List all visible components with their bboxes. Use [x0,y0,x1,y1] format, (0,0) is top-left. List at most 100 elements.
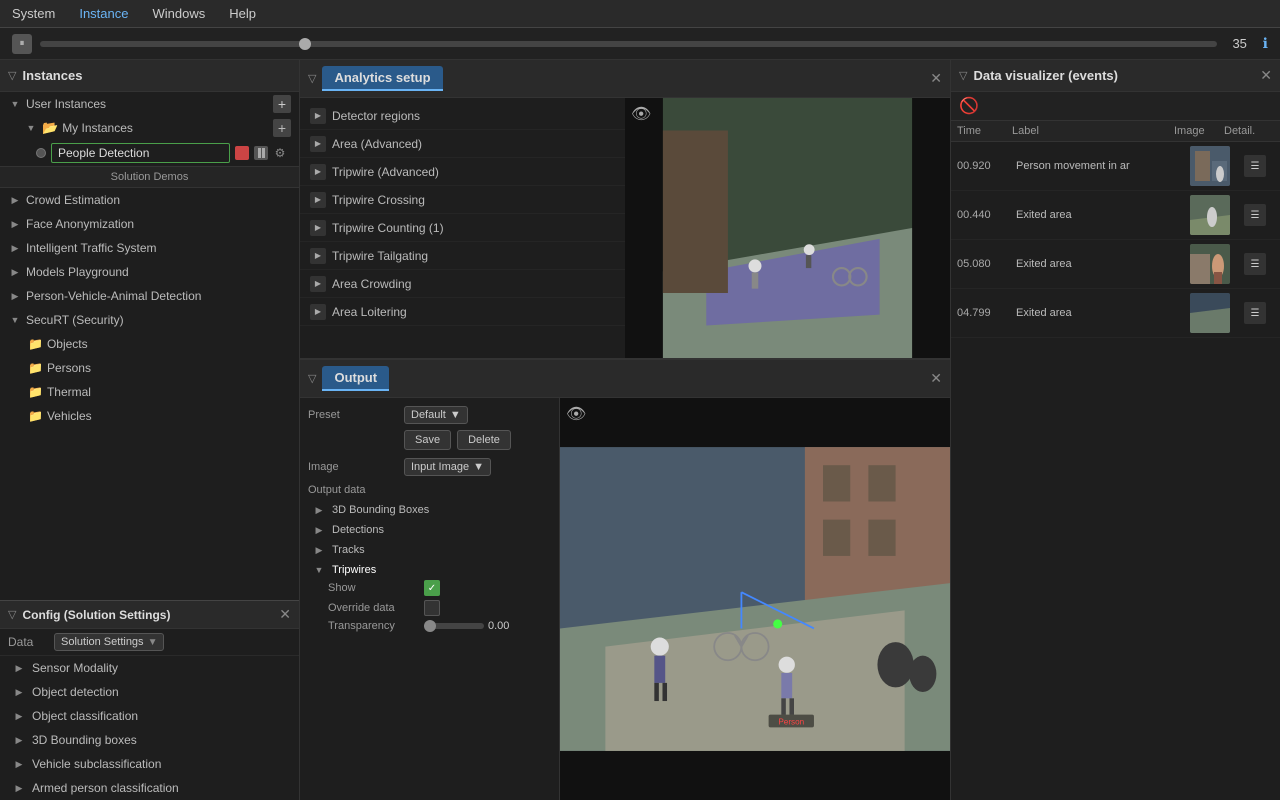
area-crowding-label: Area Crowding [332,277,411,291]
instance-stop-button[interactable] [235,146,249,160]
object-classification-item[interactable]: Object classification [0,704,299,728]
object-detection-arrow [12,685,26,699]
event-3-thumbnail[interactable] [1190,244,1230,284]
tripwire-advanced-play[interactable] [310,164,326,180]
timeline-track[interactable] [40,41,1217,47]
timeline-slider-container [40,38,1217,50]
area-advanced-item[interactable]: Area (Advanced) [300,130,625,158]
show-checkbox[interactable]: ✓ [424,580,440,596]
menu-help[interactable]: Help [225,4,260,23]
tripwire-tailgating-play[interactable] [310,248,326,264]
transparency-thumb[interactable] [424,620,436,632]
delete-button[interactable]: Delete [457,430,511,450]
event-1-detail-button[interactable]: ☰ [1244,155,1266,177]
menu-windows[interactable]: Windows [149,4,210,23]
area-crowding-item[interactable]: Area Crowding [300,270,625,298]
crowd-estimation-item[interactable]: Crowd Estimation [0,188,299,212]
tripwire-counting-label: Tripwire Counting (1) [332,221,444,235]
instance-pause-button[interactable] [254,146,268,160]
tripwire-crossing-item[interactable]: Tripwire Crossing [300,186,625,214]
face-anonymization-item[interactable]: Face Anonymization [0,212,299,236]
transparency-row: Transparency 0.00 [308,620,551,632]
user-instances-item[interactable]: User Instances + [0,92,299,116]
timeline-value: 35 [1225,36,1255,51]
pva-detection-item[interactable]: Person-Vehicle-Animal Detection [0,284,299,308]
analytics-close-button[interactable]: ✕ [930,70,942,87]
armed-person-item[interactable]: Armed person classification [0,776,299,800]
event-2-thumbnail[interactable] [1190,195,1230,235]
tripwire-counting-play[interactable] [310,220,326,236]
tripwires-item[interactable]: Tripwires [308,560,551,580]
menu-instance[interactable]: Instance [75,4,132,23]
save-button[interactable]: Save [404,430,451,450]
timeline-pause-button[interactable]: ⏸ [12,34,32,54]
object-detection-item[interactable]: Object detection [0,680,299,704]
event-4-detail-button[interactable]: ☰ [1244,302,1266,324]
detector-regions-item[interactable]: Detector regions [300,102,625,130]
override-checkbox[interactable] [424,600,440,616]
detections-item[interactable]: Detections [308,520,551,540]
instance-name[interactable]: People Detection [51,143,230,163]
tripwire-crossing-play[interactable] [310,192,326,208]
config-dropdown-arrow: ▼ [148,637,158,648]
models-playground-item[interactable]: Models Playground [0,260,299,284]
securt-item[interactable]: SecuRT (Security) [0,308,299,332]
event-1-thumbnail[interactable] [1190,146,1230,186]
image-dropdown[interactable]: Input Image ▼ [404,458,491,476]
instance-status-dot [36,148,46,158]
thermal-item[interactable]: 📁 Thermal [0,380,299,404]
event-4-thumbnail[interactable] [1190,293,1230,333]
intelligent-traffic-item[interactable]: Intelligent Traffic System [0,236,299,260]
area-advanced-play[interactable] [310,136,326,152]
3d-bounding-boxes-item[interactable]: 3D Bounding Boxes [308,500,551,520]
event-3-time: 05.080 [957,258,1012,270]
preset-dropdown[interactable]: Default ▼ [404,406,468,424]
add-user-instance-button[interactable]: + [273,95,291,113]
analytics-panel: ▽ Analytics setup ✕ Detector regions Are… [300,60,950,360]
timeline-bar: ⏸ 35 ℹ [0,28,1280,60]
detector-regions-play[interactable] [310,108,326,124]
tracks-item[interactable]: Tracks [308,540,551,560]
image-row: Image Input Image ▼ [308,458,551,476]
vehicles-item[interactable]: 📁 Vehicles [0,404,299,428]
face-anonymization-arrow [8,217,22,231]
output-title[interactable]: Output [322,366,389,391]
config-data-dropdown[interactable]: Solution Settings ▼ [54,633,164,651]
area-crowding-play[interactable] [310,276,326,292]
event-2-detail-button[interactable]: ☰ [1244,204,1266,226]
output-preview-eye-icon[interactable]: 👁 [566,404,586,424]
tripwire-tailgating-item[interactable]: Tripwire Tailgating [300,242,625,270]
config-panel: ▽ Config (Solution Settings) ✕ Data Solu… [0,600,299,800]
timeline-thumb[interactable] [299,38,311,50]
3d-bb-label: 3D Bounding Boxes [332,504,429,516]
sensor-modality-item[interactable]: Sensor Modality [0,656,299,680]
transparency-label: Transparency [328,620,418,632]
objects-item[interactable]: 📁 Objects [0,332,299,356]
analytics-preview-area: 👁 [625,98,950,358]
output-body: Preset Default ▼ Save Delete Im [300,398,950,800]
transparency-slider[interactable] [424,623,484,629]
event-3-detail-button[interactable]: ☰ [1244,253,1266,275]
object-classification-arrow [12,709,26,723]
vehicle-subclass-item[interactable]: Vehicle subclassification [0,752,299,776]
instance-gear-button[interactable]: ⚙ [273,146,287,160]
event-row-4: 04.799 Exited area ☰ [951,289,1280,338]
preset-row: Preset Default ▼ [308,406,551,424]
area-loitering-item[interactable]: Area Loitering [300,298,625,326]
analytics-preview-eye-icon[interactable]: 👁 [631,104,651,124]
menu-system[interactable]: System [8,4,59,23]
config-close-button[interactable]: ✕ [279,606,291,623]
bounding-boxes-item[interactable]: 3D Bounding boxes [0,728,299,752]
analytics-title[interactable]: Analytics setup [322,66,442,91]
persons-item[interactable]: 📁 Persons [0,356,299,380]
dv-close-button[interactable]: ✕ [1260,67,1272,84]
tripwire-counting-item[interactable]: Tripwire Counting (1) [300,214,625,242]
add-my-instance-button[interactable]: + [273,119,291,137]
output-close-button[interactable]: ✕ [930,370,942,387]
eye-slash-icon[interactable]: 🚫 [959,96,979,116]
timeline-info-button[interactable]: ℹ [1263,35,1268,52]
tripwire-advanced-item[interactable]: Tripwire (Advanced) [300,158,625,186]
area-loitering-play[interactable] [310,304,326,320]
event-row-3: 05.080 Exited area ☰ [951,240,1280,289]
my-instances-item[interactable]: 📂 My Instances + [0,116,299,140]
